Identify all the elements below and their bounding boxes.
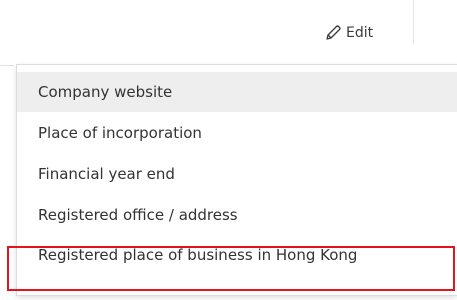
menu-item-label: Place of incorporation [38, 124, 202, 142]
menu-item-label: Company website [38, 83, 173, 101]
section-divider [0, 65, 14, 66]
page: Edit Company website Place of incorporat… [0, 0, 457, 300]
menu-item-place-of-incorporation[interactable]: Place of incorporation [17, 113, 457, 153]
edit-button[interactable]: Edit [324, 21, 373, 45]
menu-item-label: Financial year end [38, 165, 175, 183]
menu-item-company-website[interactable]: Company website [17, 72, 457, 112]
menu-item-financial-year-end[interactable]: Financial year end [17, 154, 457, 194]
vertical-divider [413, 0, 414, 44]
dropdown-menu: Company website Place of incorporation F… [16, 64, 457, 296]
pencil-icon [324, 24, 342, 42]
edit-button-label: Edit [346, 25, 374, 41]
menu-item-registered-office-address[interactable]: Registered office / address [17, 195, 457, 235]
menu-item-registered-place-of-business-hk[interactable]: Registered place of business in Hong Kon… [17, 235, 457, 275]
menu-item-label: Registered place of business in Hong Kon… [38, 246, 358, 264]
menu-item-label: Registered office / address [38, 206, 238, 224]
